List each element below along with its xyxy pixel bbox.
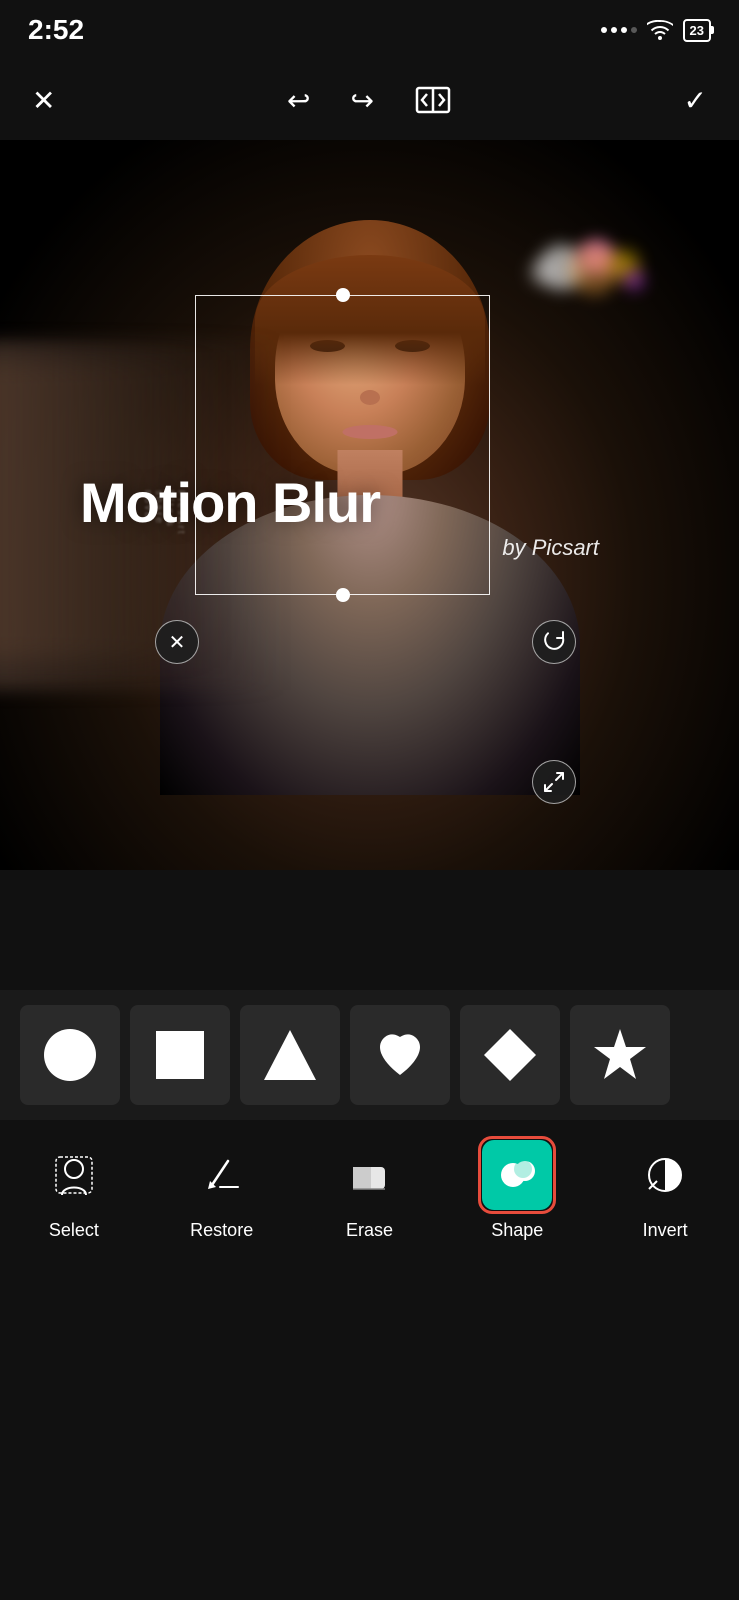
signal-dots-icon (601, 27, 637, 33)
scale-button[interactable] (532, 760, 576, 804)
select-label: Select (49, 1220, 99, 1241)
handle-bottom[interactable] (336, 588, 350, 602)
undo-button[interactable]: ↩ (287, 84, 310, 117)
tool-invert[interactable]: Invert (620, 1140, 710, 1241)
restore-label: Restore (190, 1220, 253, 1241)
compare-button[interactable] (414, 85, 452, 115)
redo-button[interactable]: ↪ (351, 84, 374, 117)
handle-top[interactable] (336, 288, 350, 302)
selection-box[interactable] (195, 295, 490, 595)
restore-icon-box (187, 1140, 257, 1210)
bottom-toolbar: Select Restore Erase (0, 1120, 739, 1280)
shape-icon-box (482, 1140, 552, 1210)
select-icon-box (39, 1140, 109, 1210)
shape-label: Shape (491, 1220, 543, 1241)
shape-triangle[interactable] (240, 1005, 340, 1105)
status-time: 2:52 (28, 14, 84, 46)
rotate-button[interactable] (532, 620, 576, 664)
vertical-text: PicsArtfilterssharenova (142, 490, 186, 536)
tool-restore[interactable]: Restore (177, 1140, 267, 1241)
erase-label: Erase (346, 1220, 393, 1241)
battery-icon: 23 (683, 19, 711, 42)
spacer (0, 870, 739, 990)
status-icons: 23 (601, 19, 711, 42)
tool-select[interactable]: Select (29, 1140, 119, 1241)
toolbar-center: ↩ ↪ (287, 84, 452, 117)
wifi-icon (647, 20, 673, 40)
by-picsart-text: by Picsart (502, 535, 599, 561)
status-bar: 2:52 23 (0, 0, 739, 60)
shape-star[interactable] (570, 1005, 670, 1105)
bokeh-lights (479, 240, 679, 320)
invert-label: Invert (643, 1220, 688, 1241)
close-button[interactable]: ✕ (32, 84, 55, 117)
shape-diamond[interactable] (460, 1005, 560, 1105)
confirm-button[interactable]: ✓ (684, 84, 707, 117)
shape-circle[interactable] (20, 1005, 120, 1105)
canvas-area: Motion Blur by Picsart PicsArtfilterssha… (0, 140, 739, 870)
tool-erase[interactable]: Erase (324, 1140, 414, 1241)
shape-heart[interactable] (350, 1005, 450, 1105)
delete-button[interactable]: ✕ (155, 620, 199, 664)
erase-icon-box (334, 1140, 404, 1210)
tool-shape[interactable]: Shape (472, 1140, 562, 1241)
editor-toolbar: ✕ ↩ ↪ ✓ (0, 60, 739, 140)
shape-square[interactable] (130, 1005, 230, 1105)
shapes-panel (0, 990, 739, 1120)
invert-icon-box (630, 1140, 700, 1210)
